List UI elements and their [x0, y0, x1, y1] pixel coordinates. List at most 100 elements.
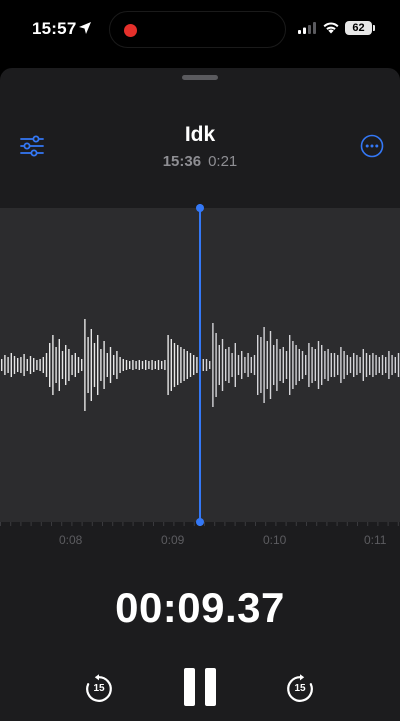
- wifi-icon: [323, 22, 339, 34]
- waveform-bar: [244, 357, 246, 373]
- waveform-bar: [273, 345, 275, 385]
- waveform-bar: [362, 349, 364, 381]
- timeline-tick: [377, 522, 379, 526]
- waveform-bar: [135, 361, 137, 369]
- waveform-bar: [7, 357, 9, 373]
- waveform-bar: [356, 355, 358, 375]
- waveform-bar: [129, 361, 131, 369]
- waveform-bar: [369, 355, 371, 375]
- playback-controls: 15 15: [0, 666, 400, 716]
- timeline-tick: [153, 522, 154, 526]
- waveform-bar: [4, 355, 6, 375]
- waveform-bar: [234, 343, 236, 387]
- timeline-label: 0:09: [161, 533, 185, 547]
- battery-level: 62: [352, 22, 365, 34]
- timeline-tick: [102, 522, 103, 526]
- timeline-ticks: [0, 522, 399, 526]
- skip-forward-button[interactable]: 15: [285, 674, 315, 704]
- waveform-bar: [247, 353, 249, 377]
- waveform-bar: [196, 357, 198, 373]
- waveform-bar: [285, 351, 288, 379]
- waveform-bar: [65, 345, 67, 385]
- waveform-bar: [225, 349, 227, 381]
- waveform-bar: [305, 355, 307, 375]
- recording-indicator-icon: [124, 24, 137, 37]
- timeline-tick: [387, 522, 389, 526]
- skip-back-seconds: 15: [93, 683, 105, 694]
- waveform-bar: [385, 357, 387, 373]
- status-time: 15:57: [32, 19, 77, 38]
- waveform-bar: [106, 353, 108, 377]
- waveform-bar: [103, 341, 105, 389]
- waveform-bar: [93, 343, 96, 387]
- waveform-bar: [253, 355, 256, 375]
- pause-button[interactable]: [184, 668, 216, 706]
- waveform-bar: [177, 345, 179, 385]
- timeline-tick: [51, 522, 52, 526]
- dynamic-island[interactable]: [109, 11, 286, 48]
- timeline-tick: [224, 522, 226, 526]
- status-bar: 15:57 62: [0, 0, 400, 58]
- waveform-bar: [317, 341, 320, 389]
- cellular-signal-icon: [298, 22, 316, 34]
- timeline-tick: [71, 522, 73, 526]
- waveform-bar: [241, 351, 243, 379]
- waveform-bar: [340, 347, 342, 383]
- timeline-tick: [346, 522, 348, 526]
- timeline-tick: [163, 522, 165, 526]
- waveform-bar: [138, 360, 140, 370]
- timeline-tick: [275, 522, 277, 526]
- timeline-tick: [214, 522, 216, 526]
- waveform-bar: [372, 353, 374, 377]
- waveform-bar: [180, 347, 182, 383]
- waveform-area[interactable]: [0, 204, 400, 526]
- waveform-bar: [55, 347, 57, 383]
- waveform-bar: [52, 335, 54, 395]
- waveform-bar: [141, 361, 144, 369]
- timeline-tick: [91, 522, 93, 526]
- recording-title[interactable]: Idk: [0, 123, 400, 147]
- waveform-bar: [279, 349, 281, 381]
- waveform-bar: [29, 356, 32, 374]
- waveform-bar: [170, 339, 172, 391]
- waveform-bar: [212, 323, 214, 407]
- timeline: 0:08 0:09 0:10 0:11: [0, 522, 400, 556]
- waveform-bar: [151, 360, 153, 370]
- timeline-tick: [122, 522, 124, 526]
- skip-back-button[interactable]: 15: [84, 674, 114, 704]
- timeline-tick: [285, 522, 287, 526]
- waveform-bar: [333, 353, 336, 377]
- recording-duration: 0:21: [208, 153, 238, 170]
- timeline-tick: [336, 522, 338, 526]
- waveform-bar: [167, 335, 169, 395]
- waveform-bar: [183, 349, 185, 381]
- waveform-bar: [391, 355, 393, 375]
- waveform-bar: [90, 329, 92, 401]
- waveform-bar: [260, 337, 262, 393]
- elapsed-timer: 00:09.37: [115, 584, 285, 631]
- waveform-bar: [353, 353, 355, 377]
- waveform-bar: [87, 337, 89, 393]
- timeline-tick: [255, 522, 256, 526]
- waveform-bar: [263, 327, 265, 403]
- playhead-top-handle[interactable]: [196, 204, 204, 212]
- waveform-bar: [388, 351, 390, 379]
- waveform-bar: [349, 357, 352, 373]
- waveform-bar: [308, 343, 310, 387]
- waveform-bar: [289, 335, 291, 395]
- ellipsis-circle-icon[interactable]: [360, 134, 384, 158]
- waveform-bar: [189, 353, 192, 377]
- waveform-bar: [215, 333, 217, 397]
- recording-sheet: Idk 15:36 0:21 0:08 0:09 0:10 0:11 00:09.…: [0, 68, 400, 721]
- skip-forward-seconds: 15: [294, 683, 306, 694]
- waveform-bar: [394, 357, 396, 373]
- waveform-bar: [365, 353, 368, 377]
- waveform-bar: [1, 359, 3, 371]
- timeline-tick: [316, 522, 318, 526]
- waveform-bar: [346, 355, 348, 375]
- timeline-tick: [112, 522, 114, 526]
- waveform-bar: [61, 351, 64, 379]
- playhead[interactable]: [196, 204, 204, 526]
- waveform-bar: [292, 341, 294, 389]
- waveform-bar: [337, 355, 339, 375]
